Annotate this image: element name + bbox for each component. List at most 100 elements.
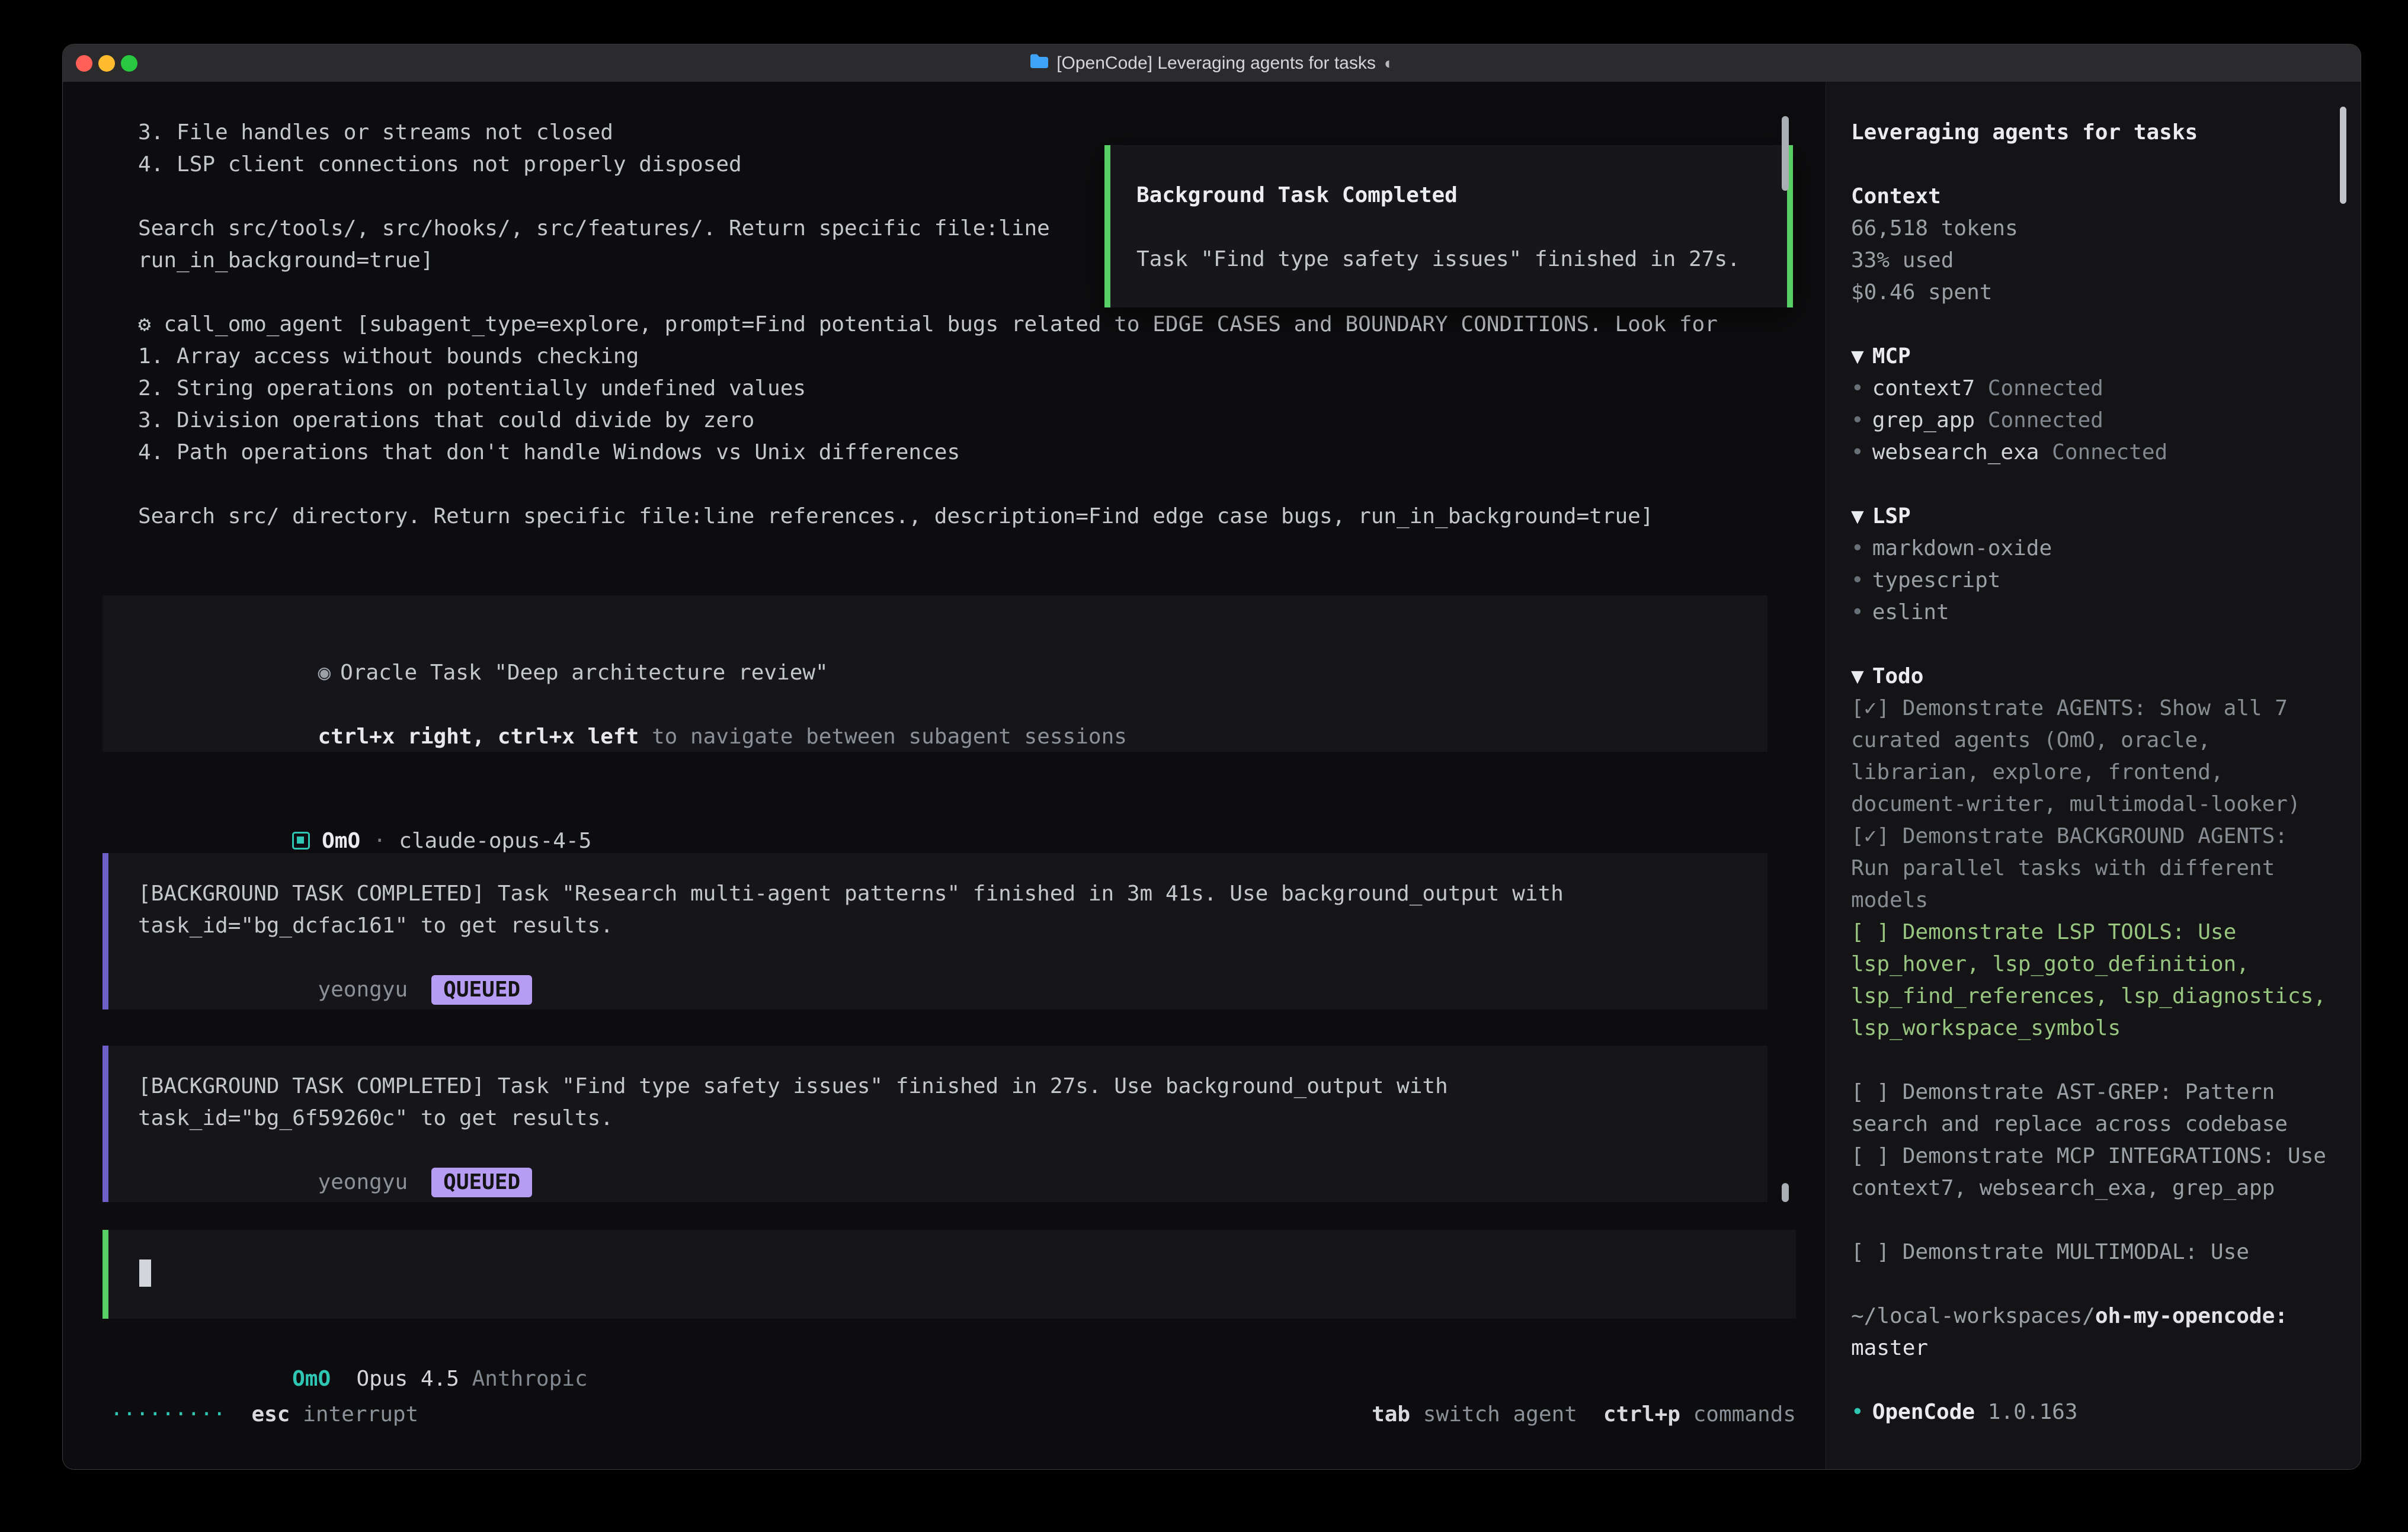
message-author: yeongyu: [318, 977, 408, 1002]
todo-item: [✓] Demonstrate BACKGROUND AGENTS: Run p…: [1851, 821, 2326, 916]
message-text-line: [BACKGROUND TASK COMPLETED] Task "Find t…: [138, 1071, 1767, 1102]
statusbar: ········· esc interrupt tab switch agent…: [63, 1399, 1826, 1431]
todo-checkbox: [✓]: [1851, 824, 1890, 848]
bullet-icon: •: [1851, 568, 1864, 592]
desktop: [OpenCode] Leveraging agents for tasks ◐…: [0, 0, 2408, 1532]
background-task-message: [BACKGROUND TASK COMPLETED] Task "Resear…: [103, 853, 1767, 1009]
bullet-icon: •: [1851, 408, 1864, 432]
todo-checkbox: [ ]: [1851, 1144, 1890, 1168]
session-status-icon: ◐: [1384, 54, 1394, 73]
sidebar-scrollbar-thumb[interactable]: [2340, 107, 2346, 204]
terminal-line: Search src/ directory. Return specific f…: [103, 501, 1826, 533]
main-scrollbar-thumb[interactable]: [1782, 116, 1789, 191]
terminal-line: [103, 469, 1826, 501]
terminal-line: 1. Array access without bounds checking: [103, 341, 1826, 373]
bullet-icon: •: [1851, 536, 1864, 560]
chevron-down-icon: ▼: [1851, 664, 1864, 688]
message-text-line: task_id="bg_dcfac161" to get results.: [138, 910, 1767, 942]
esc-key-hint: esc: [251, 1399, 290, 1431]
main-scrollbar-thumb-secondary[interactable]: [1782, 1183, 1789, 1202]
model-indicator-model: Opus 4.5: [356, 1367, 459, 1391]
agent-checkbox-icon: [292, 832, 310, 850]
zoom-button[interactable]: [121, 55, 137, 72]
agent-name: OmO: [322, 829, 360, 853]
prompt-input[interactable]: [103, 1230, 1796, 1319]
background-task-message: [BACKGROUND TASK COMPLETED] Task "Find t…: [103, 1046, 1767, 1202]
context-spent: $0.46 spent: [1851, 277, 2326, 309]
version-line: •OpenCode 1.0.163: [1851, 1396, 2326, 1428]
todo-item: [✓] Demonstrate AGENTS: Show all 7 curat…: [1851, 693, 2326, 821]
close-button[interactable]: [76, 55, 92, 72]
model-indicator: OmO Opus 4.5 Anthropic: [138, 1331, 1826, 1363]
session-title: Leveraging agents for tasks: [1851, 117, 2326, 149]
lsp-item: •eslint: [1851, 597, 2326, 629]
workspace-path: ~/local-workspaces/oh-my-opencode:: [1851, 1300, 2326, 1332]
oracle-task-panel: ◉Oracle Task "Deep architecture review" …: [103, 595, 1767, 752]
esc-key-label: interrupt: [303, 1399, 418, 1431]
agent-model: claude-opus-4-5: [399, 829, 591, 853]
mcp-item: •context7 Connected: [1851, 373, 2326, 405]
context-used: 33% used: [1851, 245, 2326, 277]
queued-badge: QUEUED: [431, 1168, 532, 1197]
lsp-item: •markdown-oxide: [1851, 533, 2326, 565]
traffic-lights: [76, 55, 137, 72]
terminal-line: 4. Path operations that don't handle Win…: [103, 437, 1826, 469]
model-indicator-agent: OmO: [292, 1367, 331, 1391]
terminal-line: ⚙ call_omo_agent [subagent_type=explore,…: [103, 309, 1826, 341]
context-tokens: 66,518 tokens: [1851, 213, 2326, 245]
terminal-main: 3. File handles or streams not closed 4.…: [63, 82, 1826, 1469]
message-text-line: [BACKGROUND TASK COMPLETED] Task "Resear…: [138, 878, 1767, 910]
toast-body: Task "Find type safety issues" finished …: [1136, 243, 1787, 275]
tab-key-label: switch agent: [1423, 1402, 1577, 1427]
todo-checkbox: [ ]: [1851, 1080, 1890, 1104]
sidebar: Leveraging agents for tasks Context 66,5…: [1826, 82, 2361, 1469]
queued-badge: QUEUED: [431, 975, 532, 1005]
bullet-icon: •: [1851, 1400, 1864, 1424]
ctrlp-key-hint: ctrl+p: [1603, 1402, 1680, 1427]
agent-header: OmO · claude-opus-4-5: [138, 793, 1826, 825]
bullet-icon: •: [1851, 440, 1864, 464]
mcp-item: •websearch_exa Connected: [1851, 437, 2326, 469]
ctrlp-key-label: commands: [1693, 1402, 1796, 1427]
navigation-hint-keys: ctrl+x right, ctrl+x left: [318, 725, 639, 749]
toast-title: Background Task Completed: [1136, 180, 1787, 211]
mcp-item: •grep_app Connected: [1851, 405, 2326, 437]
terminal-line: 2. String operations on potentially unde…: [103, 373, 1826, 405]
chevron-down-icon: ▼: [1851, 344, 1864, 368]
bullet-icon: •: [1851, 376, 1864, 400]
navigation-hint-text: to navigate between subagent sessions: [652, 725, 1127, 749]
context-heading: Context: [1851, 181, 2326, 213]
separator-dot: ·: [373, 829, 386, 853]
tab-key-hint: tab: [1372, 1402, 1410, 1427]
window-title: [OpenCode] Leveraging agents for tasks ◐: [1029, 53, 1394, 73]
todo-item: [ ] Demonstrate LSP TOOLS: Use lsp_hover…: [1851, 916, 2326, 1044]
todo-checkbox: [ ]: [1851, 920, 1890, 944]
terminal-line: 3. Division operations that could divide…: [103, 405, 1826, 437]
oracle-task-title: Oracle Task "Deep architecture review": [340, 661, 828, 685]
lsp-item: •typescript: [1851, 565, 2326, 597]
terminal-line: 3. File handles or streams not closed: [103, 117, 1826, 149]
message-text-line: task_id="bg_6f59260c" to get results.: [138, 1102, 1767, 1134]
section-todo-header[interactable]: ▼Todo: [1851, 661, 2326, 693]
text-cursor: [139, 1259, 151, 1287]
bullet-icon: •: [1851, 600, 1864, 624]
window-title-text: [OpenCode] Leveraging agents for tasks: [1056, 53, 1376, 73]
folder-icon: [1029, 53, 1048, 73]
oracle-icon: ◉: [318, 661, 331, 685]
section-lsp-header[interactable]: ▼LSP: [1851, 501, 2326, 533]
todo-item: [ ] Demonstrate MULTIMODAL: Use: [1851, 1236, 2326, 1268]
chevron-down-icon: ▼: [1851, 504, 1864, 528]
todo-item: [ ] Demonstrate MCP INTEGRATIONS: Use co…: [1851, 1140, 2326, 1204]
todo-item: [ ] Demonstrate AST-GREP: Pattern search…: [1851, 1076, 2326, 1140]
todo-checkbox: [✓]: [1851, 696, 1890, 720]
model-indicator-provider: Anthropic: [472, 1367, 588, 1391]
toast-notification: Background Task Completed Task "Find typ…: [1104, 145, 1793, 307]
todo-checkbox: [ ]: [1851, 1240, 1890, 1264]
titlebar: [OpenCode] Leveraging agents for tasks ◐: [63, 44, 2361, 82]
minimize-button[interactable]: [98, 55, 115, 72]
workspace-branch: master: [1851, 1332, 2326, 1364]
terminal-window: [OpenCode] Leveraging agents for tasks ◐…: [62, 44, 2361, 1470]
spinner-dots: ·········: [110, 1399, 226, 1431]
section-mcp-header[interactable]: ▼MCP: [1851, 341, 2326, 373]
message-author: yeongyu: [318, 1170, 408, 1194]
